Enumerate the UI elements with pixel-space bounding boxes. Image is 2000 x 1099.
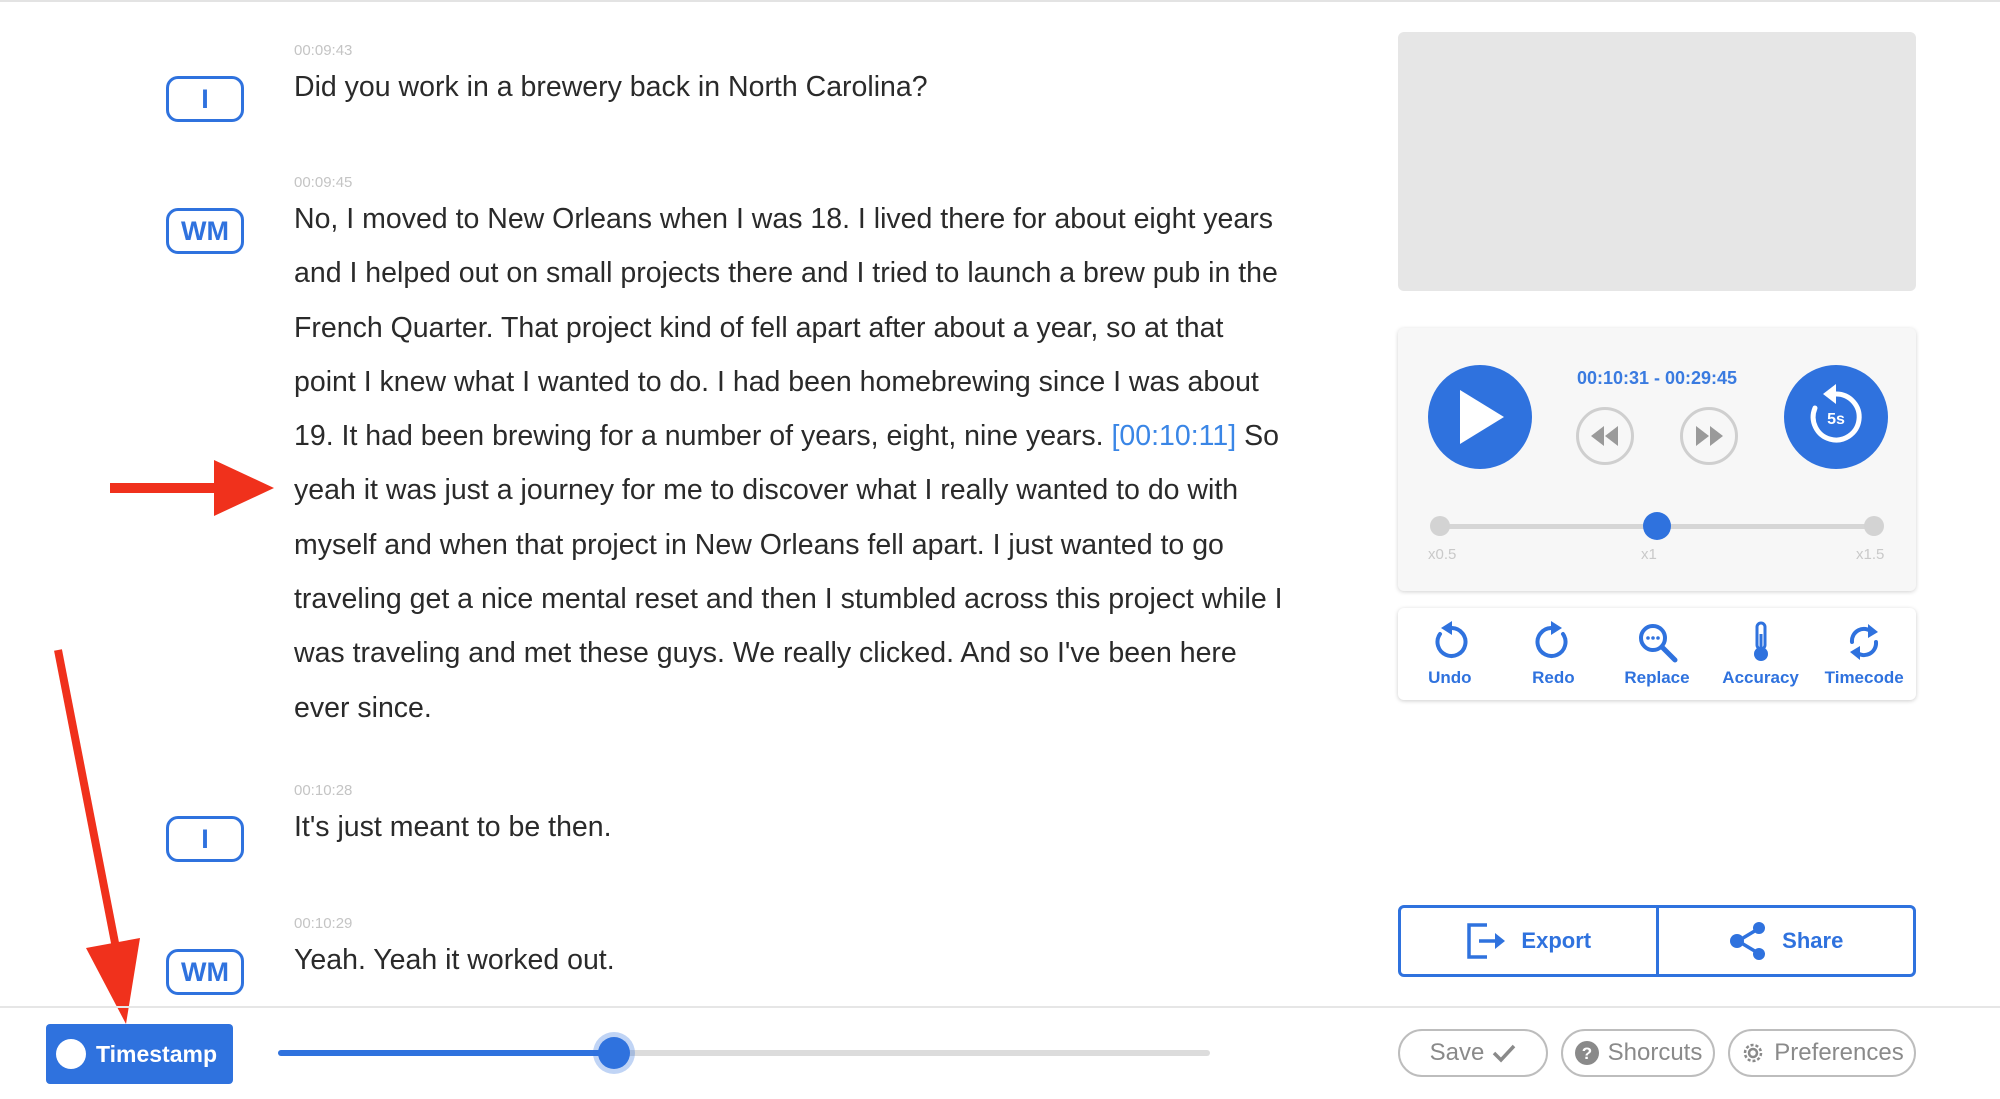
timecode-button[interactable]: Timecode xyxy=(1812,608,1916,700)
export-share-bar: Export Share xyxy=(1398,905,1916,977)
segment-text[interactable]: Yeah. Yeah it worked out. xyxy=(294,933,1284,987)
timecode-label: Timecode xyxy=(1824,668,1904,687)
segment-timestamp: 00:10:28 xyxy=(294,782,353,799)
timestamp-button[interactable]: Timestamp xyxy=(46,1024,233,1084)
replay-label: 5s xyxy=(1827,411,1845,428)
media-player: 00:10:31 - 00:29:45 5s x0.5 x1 x1.5 xyxy=(1398,328,1916,591)
toggle-circle-icon xyxy=(56,1039,86,1069)
speaker-badge[interactable]: I xyxy=(166,76,244,122)
speaker-badge[interactable]: I xyxy=(166,816,244,862)
speed-slider-thumb[interactable] xyxy=(1643,512,1671,540)
redo-icon xyxy=(1535,621,1568,658)
share-icon xyxy=(1730,922,1766,960)
play-icon xyxy=(1460,390,1504,444)
share-label: Share xyxy=(1782,928,1844,953)
shortcuts-label: Shorcuts xyxy=(1607,1039,1703,1066)
checkmark-icon xyxy=(1493,1044,1516,1063)
segment-text-part: So yeah it was just a journey for me to … xyxy=(294,420,1283,724)
help-icon: ? xyxy=(1574,1041,1599,1065)
annotation-arrow-right xyxy=(110,460,274,516)
inline-timestamp[interactable]: [00:10:11] xyxy=(1111,420,1236,452)
shortcuts-button[interactable]: ? Shorcuts xyxy=(1561,1029,1715,1077)
redo-label: Redo xyxy=(1532,668,1575,687)
segment-timestamp: 00:09:45 xyxy=(294,174,353,191)
progress-thumb[interactable] xyxy=(597,1037,630,1069)
speaker-badge[interactable]: WM xyxy=(166,208,244,254)
speed-label-normal: x1 xyxy=(1641,546,1657,563)
preferences-label: Preferences xyxy=(1774,1039,1904,1066)
playback-progress[interactable] xyxy=(278,1037,1210,1069)
segment-timestamp: 00:09:43 xyxy=(294,42,353,59)
replay-icon: 5s xyxy=(1810,384,1862,443)
fast-forward-button[interactable] xyxy=(1680,407,1738,465)
accuracy-label: Accuracy xyxy=(1722,668,1799,687)
progress-fill xyxy=(278,1050,614,1056)
segment-text-part: No, I moved to New Orleans when I was 18… xyxy=(294,203,1278,453)
share-button[interactable]: Share xyxy=(1659,908,1914,974)
editor-toolbar: Undo Redo Replace Accuracy Timecode xyxy=(1398,608,1916,700)
fast-forward-icon xyxy=(1696,426,1723,446)
replace-button[interactable]: Replace xyxy=(1605,608,1709,700)
timestamp-label: Timestamp xyxy=(96,1040,218,1067)
bottom-divider xyxy=(0,1006,2000,1008)
undo-button[interactable]: Undo xyxy=(1398,608,1502,700)
svg-text:?: ? xyxy=(1581,1044,1591,1063)
undo-label: Undo xyxy=(1428,668,1472,687)
speaker-badge[interactable]: WM xyxy=(166,949,244,995)
replay-5s-button[interactable]: 5s xyxy=(1784,365,1888,469)
redo-button[interactable]: Redo xyxy=(1502,608,1606,700)
search-replace-icon xyxy=(1638,624,1678,663)
save-label: Save xyxy=(1429,1039,1485,1066)
segment-timestamp: 00:10:29 xyxy=(294,915,353,932)
preferences-button[interactable]: Preferences xyxy=(1728,1029,1916,1077)
sync-icon xyxy=(1850,624,1879,660)
export-icon xyxy=(1467,923,1506,959)
export-button[interactable]: Export xyxy=(1401,908,1659,974)
rewind-button[interactable] xyxy=(1576,407,1634,465)
speed-stop-slow[interactable] xyxy=(1430,516,1450,536)
segment-text[interactable]: Did you work in a brewery back in North … xyxy=(294,60,1284,114)
replace-label: Replace xyxy=(1624,668,1690,687)
segment-text[interactable]: It's just meant to be then. xyxy=(294,800,1284,854)
accuracy-button[interactable]: Accuracy xyxy=(1709,608,1813,700)
save-button[interactable]: Save xyxy=(1398,1029,1548,1077)
rewind-icon xyxy=(1591,426,1618,446)
undo-icon xyxy=(1435,621,1468,658)
top-divider xyxy=(0,0,2000,2)
gear-icon xyxy=(1744,1043,1763,1063)
speed-label-slow: x0.5 xyxy=(1428,546,1457,563)
export-label: Export xyxy=(1521,928,1592,953)
speed-label-fast: x1.5 xyxy=(1856,546,1885,563)
video-preview xyxy=(1398,32,1916,291)
thermometer-icon xyxy=(1753,621,1768,661)
speed-stop-fast[interactable] xyxy=(1864,516,1884,536)
annotation-arrow-down xyxy=(54,649,140,1024)
segment-text[interactable]: No, I moved to New Orleans when I was 18… xyxy=(294,192,1284,735)
